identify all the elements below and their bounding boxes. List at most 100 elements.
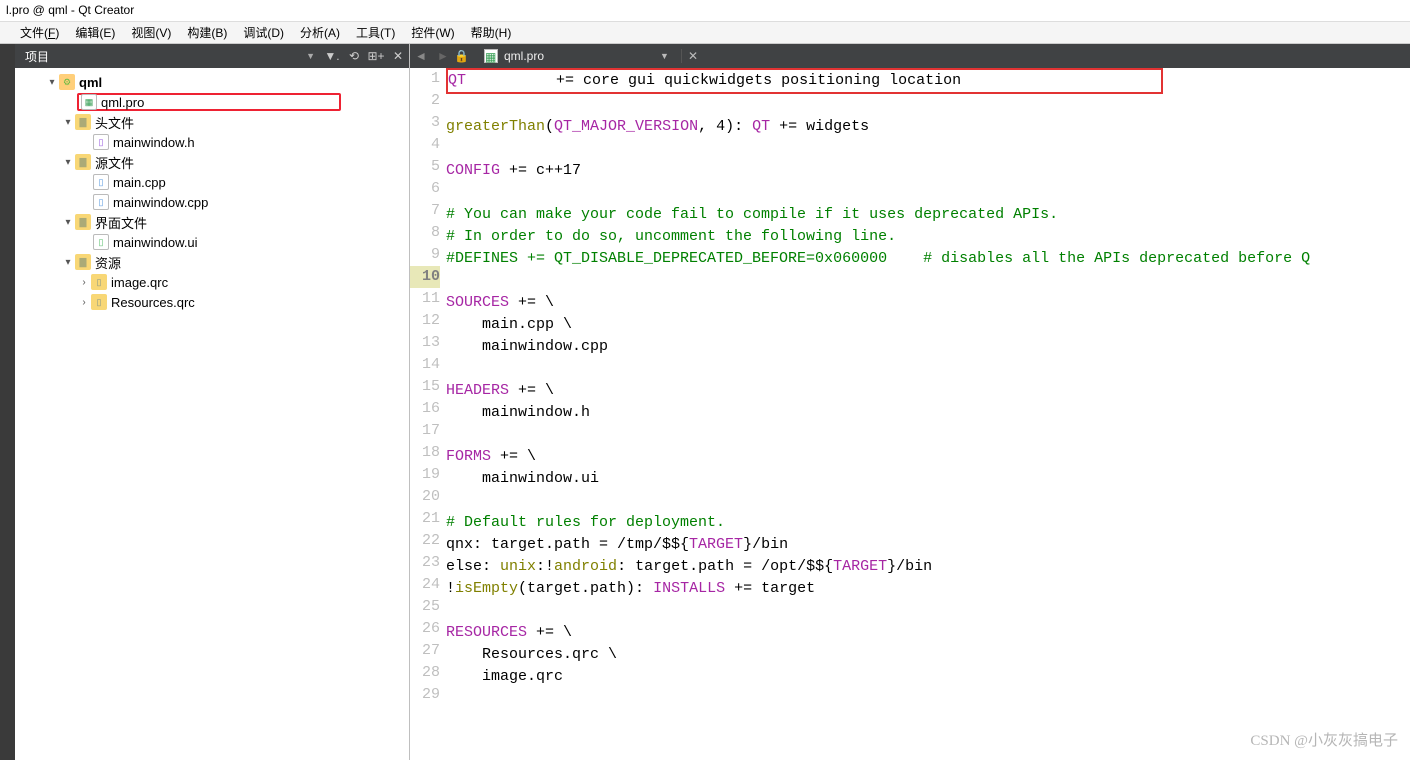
code-line[interactable]: # In order to do so, uncomment the follo… bbox=[446, 226, 1410, 248]
line-number: 28 bbox=[410, 662, 440, 684]
code-line[interactable]: !isEmpty(target.path): INSTALLS += targe… bbox=[446, 578, 1410, 600]
tree-file-label: main.cpp bbox=[113, 175, 166, 190]
sync-icon[interactable]: ⟲ bbox=[343, 47, 365, 65]
code-line[interactable]: image.qrc bbox=[446, 666, 1410, 688]
code-line[interactable]: mainwindow.ui bbox=[446, 468, 1410, 490]
tree-file-qmlpro[interactable]: ▦ qml.pro bbox=[15, 92, 409, 112]
tree-file[interactable]: ›▯Resources.qrc bbox=[15, 292, 409, 312]
code-line[interactable]: mainwindow.h bbox=[446, 402, 1410, 424]
editor-tab[interactable]: ▦ qml.pro ▼ ✕ bbox=[472, 49, 716, 63]
watermark: CSDN @小灰灰搞电子 bbox=[1250, 729, 1398, 750]
line-number: 18 bbox=[410, 442, 440, 464]
line-number: 14 bbox=[410, 354, 440, 376]
code-line[interactable] bbox=[446, 600, 1410, 622]
menu-tools[interactable]: 工具(T) bbox=[348, 21, 403, 44]
editor-area: ◄ ► 🔒 ▦ qml.pro ▼ ✕ 12345678910111213141… bbox=[410, 44, 1410, 760]
code-line[interactable]: main.cpp \ bbox=[446, 314, 1410, 336]
line-number: 10 bbox=[410, 266, 440, 288]
lock-icon[interactable]: 🔒 bbox=[454, 49, 472, 63]
chevron-down-icon[interactable]: ▼ bbox=[306, 51, 315, 61]
menu-file[interactable]: 文件(F) bbox=[12, 21, 67, 44]
line-number: 11 bbox=[410, 288, 440, 310]
code-line[interactable] bbox=[446, 688, 1410, 710]
line-number: 1 bbox=[410, 68, 440, 90]
code-line[interactable]: # Default rules for deployment. bbox=[446, 512, 1410, 534]
tree-file[interactable]: ▯main.cpp bbox=[15, 172, 409, 192]
file-icon: ▯ bbox=[93, 134, 109, 150]
line-number: 5 bbox=[410, 156, 440, 178]
code-line[interactable]: else: unix:!android: target.path = /opt/… bbox=[446, 556, 1410, 578]
code-line[interactable]: SOURCES += \ bbox=[446, 292, 1410, 314]
chevron-down-icon[interactable]: ▼ bbox=[660, 51, 669, 61]
line-number: 15 bbox=[410, 376, 440, 398]
code-line[interactable] bbox=[446, 138, 1410, 160]
pro-file-icon: ▦ bbox=[484, 49, 498, 63]
line-number: 16 bbox=[410, 398, 440, 420]
code-line[interactable]: HEADERS += \ bbox=[446, 380, 1410, 402]
tree-file-label: qml.pro bbox=[101, 95, 144, 110]
line-number: 3 bbox=[410, 112, 440, 134]
code-line[interactable]: FORMS += \ bbox=[446, 446, 1410, 468]
line-number: 27 bbox=[410, 640, 440, 662]
menu-analyze[interactable]: 分析(A) bbox=[292, 21, 348, 44]
tree-file-label: Resources.qrc bbox=[111, 295, 195, 310]
tree-group[interactable]: ▾▇界面文件 bbox=[15, 212, 409, 232]
code-line[interactable] bbox=[446, 270, 1410, 292]
line-number: 26 bbox=[410, 618, 440, 640]
left-mode-strip[interactable] bbox=[0, 44, 15, 760]
code-line[interactable]: # You can make your code fail to compile… bbox=[446, 204, 1410, 226]
close-panel-icon[interactable]: ✕ bbox=[387, 47, 409, 65]
code-line[interactable]: qnx: target.path = /tmp/$${TARGET}/bin bbox=[446, 534, 1410, 556]
tree-file[interactable]: ▯mainwindow.ui bbox=[15, 232, 409, 252]
folder-icon: ▇ bbox=[75, 214, 91, 230]
line-number: 22 bbox=[410, 530, 440, 552]
tab-close-icon[interactable]: ✕ bbox=[681, 49, 704, 63]
nav-back-icon[interactable]: ◄ bbox=[410, 49, 432, 63]
line-number: 17 bbox=[410, 420, 440, 442]
tree-group[interactable]: ▾▇源文件 bbox=[15, 152, 409, 172]
tree-file[interactable]: ›▯image.qrc bbox=[15, 272, 409, 292]
line-number: 7 bbox=[410, 200, 440, 222]
menu-widgets[interactable]: 控件(W) bbox=[403, 21, 462, 44]
project-tree[interactable]: ▾⚙ qml ▦ qml.pro ▾▇头文件 ▯ mainwindow.h ▾▇源文件… bbox=[15, 68, 409, 760]
tree-file-label: mainwindow.h bbox=[113, 135, 195, 150]
menu-help[interactable]: 帮助(H) bbox=[463, 21, 520, 44]
code-line[interactable]: CONFIG += c++17 bbox=[446, 160, 1410, 182]
code-line[interactable]: QT += core gui quickwidgets positioning … bbox=[446, 68, 1410, 94]
line-number: 9 bbox=[410, 244, 440, 266]
split-icon[interactable]: ⊞+ bbox=[365, 47, 387, 65]
project-icon: ⚙ bbox=[59, 74, 75, 90]
menu-view[interactable]: 视图(V) bbox=[123, 21, 179, 44]
line-number: 19 bbox=[410, 464, 440, 486]
code-line[interactable] bbox=[446, 358, 1410, 380]
filter-icon[interactable]: ▼. bbox=[321, 47, 343, 65]
menu-debug[interactable]: 调试(D) bbox=[235, 21, 292, 44]
code-line[interactable]: RESOURCES += \ bbox=[446, 622, 1410, 644]
tree-group[interactable]: ▾▇头文件 bbox=[15, 112, 409, 132]
menu-edit[interactable]: 编辑(E) bbox=[67, 21, 123, 44]
code-line[interactable]: #DEFINES += QT_DISABLE_DEPRECATED_BEFORE… bbox=[446, 248, 1410, 270]
code-line[interactable] bbox=[446, 94, 1410, 116]
code-line[interactable]: mainwindow.cpp bbox=[446, 336, 1410, 358]
tree-file[interactable]: ▯mainwindow.cpp bbox=[15, 192, 409, 212]
tree-group[interactable]: ▾▇资源 bbox=[15, 252, 409, 272]
code-line[interactable] bbox=[446, 182, 1410, 204]
code-line[interactable]: greaterThan(QT_MAJOR_VERSION, 4): QT += … bbox=[446, 116, 1410, 138]
code-line[interactable] bbox=[446, 490, 1410, 512]
tree-file[interactable]: ▯ mainwindow.h bbox=[15, 132, 409, 152]
menu-build[interactable]: 构建(B) bbox=[179, 21, 235, 44]
line-number: 2 bbox=[410, 90, 440, 112]
sidebar-title[interactable]: 项目 bbox=[25, 48, 306, 65]
code-line[interactable]: Resources.qrc \ bbox=[446, 644, 1410, 666]
line-number: 24 bbox=[410, 574, 440, 596]
pro-file-icon: ▦ bbox=[81, 94, 97, 110]
tree-file-label: image.qrc bbox=[111, 275, 168, 290]
code-editor[interactable]: 1234567891011121314151617181920212223242… bbox=[410, 68, 1410, 760]
code-line[interactable] bbox=[446, 424, 1410, 446]
nav-fwd-icon[interactable]: ► bbox=[432, 49, 454, 63]
tree-root[interactable]: ▾⚙ qml bbox=[15, 72, 409, 92]
line-number: 8 bbox=[410, 222, 440, 244]
tree-group-label: 源文件 bbox=[95, 153, 134, 172]
file-icon: ▯ bbox=[91, 274, 107, 290]
file-icon: ▯ bbox=[93, 194, 109, 210]
